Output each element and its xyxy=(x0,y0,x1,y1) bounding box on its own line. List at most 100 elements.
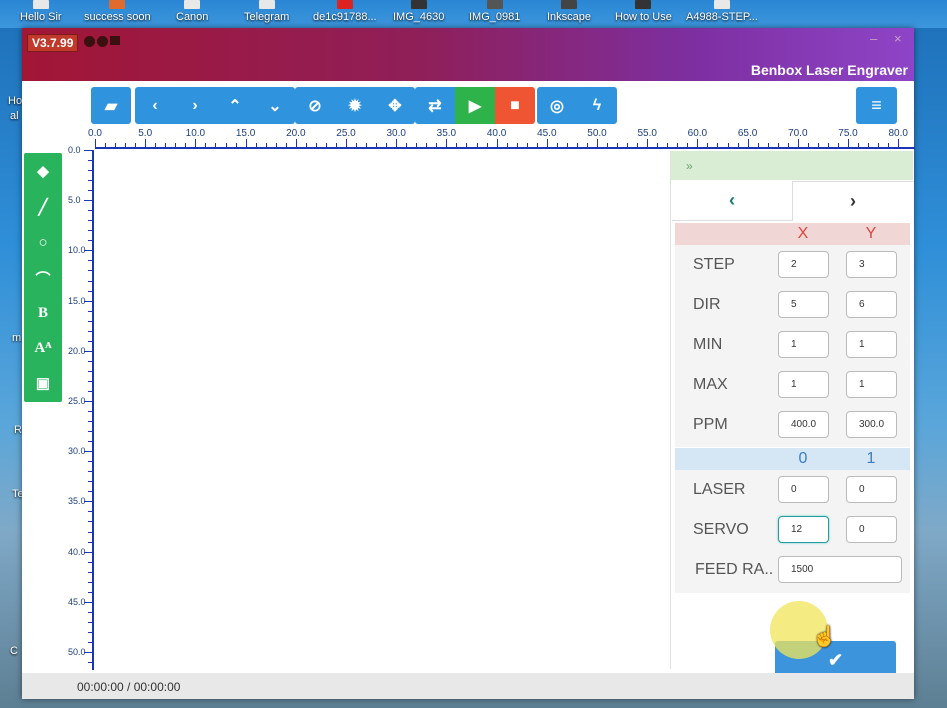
feed-rate-field[interactable]: 1500 xyxy=(778,556,902,583)
ppm-y-field[interactable]: 300.0 xyxy=(846,411,897,438)
ruler-tick xyxy=(245,139,247,148)
app-title: Benbox Laser Engraver xyxy=(750,62,908,78)
ruler-tick xyxy=(456,143,458,148)
move-left-button[interactable]: ‹ xyxy=(135,87,175,124)
ruler-tick xyxy=(346,139,347,148)
menu-icon: ≡ xyxy=(871,95,882,115)
dir-y-field[interactable]: 6 xyxy=(846,291,897,318)
move-up-button[interactable]: ⌃ xyxy=(215,87,255,124)
open-file-button[interactable]: ▰ xyxy=(91,87,131,124)
panel-prev-button[interactable]: ‹ xyxy=(672,181,793,221)
font-size-tool[interactable]: Aᴬ xyxy=(24,330,62,366)
panel-collapse-bar[interactable]: » xyxy=(671,151,913,180)
desktop-icon[interactable]: success soon xyxy=(84,0,151,23)
ruler-tick xyxy=(757,143,759,148)
bolt-button[interactable]: ϟ xyxy=(577,87,617,124)
ruler-tick xyxy=(88,290,93,292)
ruler-y-label: 30.0 xyxy=(68,446,86,457)
min-x-field[interactable]: 1 xyxy=(778,331,829,358)
menu-button[interactable]: ≡ xyxy=(856,87,897,124)
ruler-tick xyxy=(556,143,558,148)
laser-0-field[interactable]: 0 xyxy=(778,476,829,503)
ruler-tick xyxy=(88,481,93,483)
ruler-tick xyxy=(426,143,428,148)
bold-text-tool[interactable]: B xyxy=(24,295,62,331)
step-x-field[interactable]: 2 xyxy=(778,251,829,278)
engrave-canvas[interactable] xyxy=(96,151,670,673)
ruler-tick xyxy=(88,280,93,282)
flag-icon[interactable] xyxy=(110,36,120,45)
ruler-tick xyxy=(747,139,749,148)
ruler-tick xyxy=(84,601,93,603)
desktop-side-label: C xyxy=(10,645,18,657)
desktop-icon[interactable]: IMG_0981 xyxy=(469,0,520,23)
move-down-button[interactable]: ⌄ xyxy=(255,87,295,124)
step-y-field[interactable]: 3 xyxy=(846,251,897,278)
ruler-tick xyxy=(88,230,93,232)
max-y-field[interactable]: 1 xyxy=(846,371,897,398)
ruler-tick xyxy=(335,143,337,148)
ruler-tick xyxy=(175,143,177,148)
info-icon[interactable] xyxy=(97,36,108,47)
move-origin-button[interactable]: ✥ xyxy=(375,87,415,124)
ruler-x-label: 80.0 xyxy=(888,128,908,139)
servo-0-field[interactable]: 12 xyxy=(778,516,829,543)
laser-on-button[interactable]: ✹ xyxy=(335,87,375,124)
ruler-tick xyxy=(807,143,809,148)
ruler-tick xyxy=(95,139,96,148)
move-right-button[interactable]: › xyxy=(175,87,215,124)
desktop-icon[interactable]: Canon xyxy=(176,0,208,23)
image-tool[interactable]: ▣ xyxy=(24,365,62,401)
toolbar-group-run: ⇄ ▶ ■ xyxy=(415,87,535,124)
start-button[interactable]: ▶ xyxy=(455,87,495,124)
laser-1-field[interactable]: 0 xyxy=(846,476,897,503)
ruler-tick xyxy=(84,200,93,202)
tag-tool[interactable]: ◆ xyxy=(24,153,62,189)
min-y-field[interactable]: 1 xyxy=(846,331,897,358)
desktop-icon[interactable]: Hello Sir xyxy=(20,0,62,23)
axis-header: X Y xyxy=(675,223,910,245)
desktop-icon[interactable]: How to Use xyxy=(615,0,672,23)
bolt-icon: ϟ xyxy=(592,96,602,114)
sun-icon: ✹ xyxy=(348,97,362,115)
step-label: STEP xyxy=(693,256,735,273)
title-bar[interactable]: V3.7.99 – × Benbox Laser Engraver xyxy=(22,28,914,81)
ruler-tick xyxy=(586,143,588,148)
repeat-button[interactable]: ⇄ xyxy=(415,87,455,124)
servo-1-field[interactable]: 0 xyxy=(846,516,897,543)
repeat-icon: ⇄ xyxy=(428,97,442,115)
info-icon[interactable] xyxy=(84,36,95,47)
ruler-x-label: 70.0 xyxy=(788,128,808,139)
close-button[interactable]: × xyxy=(894,31,902,46)
max-x-field[interactable]: 1 xyxy=(778,371,829,398)
stop-button[interactable]: ■ xyxy=(495,87,535,124)
desktop-icon[interactable]: A4988-STEP... xyxy=(686,0,758,23)
play-icon: ▶ xyxy=(468,97,482,115)
dir-x-field[interactable]: 5 xyxy=(778,291,829,318)
ruler-tick xyxy=(88,631,93,633)
desktop-side-label: al xyxy=(10,110,19,122)
minimize-button[interactable]: – xyxy=(870,31,877,46)
circle-tool[interactable]: ○ xyxy=(24,224,62,260)
ruler-x-label: 60.0 xyxy=(687,128,708,139)
stop-icon: ■ xyxy=(510,96,520,114)
ruler-tick xyxy=(88,210,93,212)
panel-next-button[interactable]: › xyxy=(793,181,913,221)
ruler-line xyxy=(95,147,915,149)
line-tool[interactable]: ╱ xyxy=(24,189,62,225)
arc-tool[interactable]: ⌒ xyxy=(24,260,62,296)
ruler-tick xyxy=(88,340,93,342)
chevron-left-icon: ‹ xyxy=(152,96,158,114)
ruler-y-label: 50.0 xyxy=(68,647,86,657)
desktop-icon[interactable]: Inkscape xyxy=(547,0,591,23)
target-button[interactable]: ◎ xyxy=(537,87,577,124)
desktop-icon[interactable]: Telegram xyxy=(244,0,289,23)
disable-button[interactable]: ⊘ xyxy=(295,87,335,124)
ppm-x-field[interactable]: 400.0 xyxy=(778,411,829,438)
ruler-tick xyxy=(325,143,327,148)
desktop-icon[interactable]: de1c91788... xyxy=(313,0,377,23)
ruler-tick xyxy=(717,143,719,148)
ruler-tick xyxy=(84,350,93,352)
desktop-icon[interactable]: IMG_4630 xyxy=(393,0,444,23)
ruler-x-label: 30.0 xyxy=(386,128,406,139)
